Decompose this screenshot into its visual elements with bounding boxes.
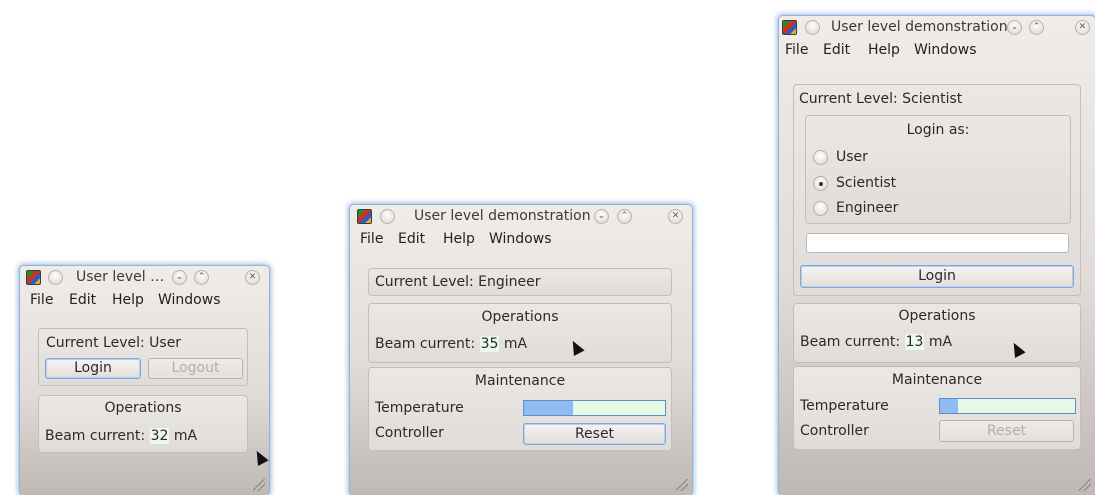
controller-label: Controller: [800, 423, 869, 439]
beam-current-label: Beam current:: [375, 336, 476, 352]
logout-button[interactable]: Logout: [148, 358, 243, 379]
beam-current-row: Beam current: 35 mA: [375, 336, 527, 352]
close-icon[interactable]: ✕: [245, 270, 260, 285]
window-scientist-level: User level demonstration ⌄ ⌃ ✕ File Edit…: [779, 16, 1095, 495]
controller-label: Controller: [375, 425, 444, 441]
maximize-icon[interactable]: ⌃: [1029, 20, 1044, 35]
menu-help[interactable]: Help: [868, 42, 900, 58]
login-button[interactable]: Login: [800, 265, 1074, 288]
login-button[interactable]: Login: [45, 358, 141, 379]
operations-heading: Operations: [104, 400, 182, 416]
resize-grip-icon[interactable]: [676, 479, 688, 491]
window-menu-icon[interactable]: [48, 270, 63, 285]
operations-heading: Operations: [898, 308, 976, 324]
maintenance-panel: Maintenance Temperature Controller Reset: [368, 367, 672, 451]
menu-windows[interactable]: Windows: [158, 292, 221, 308]
window-title: User level …: [76, 269, 165, 285]
level-panel: Current Level: Scientist Login as: User …: [793, 84, 1081, 296]
beam-current-value: 13: [904, 334, 925, 350]
menu-help[interactable]: Help: [112, 292, 144, 308]
beam-current-row: Beam current: 32 mA: [45, 428, 197, 444]
menu-edit[interactable]: Edit: [823, 42, 850, 58]
app-icon[interactable]: [26, 270, 41, 285]
level-panel: Current Level: User Login Logout: [38, 328, 248, 386]
maintenance-heading: Maintenance: [474, 373, 566, 389]
temperature-bar-fill: [524, 401, 574, 415]
menu-windows[interactable]: Windows: [914, 42, 977, 58]
beam-current-row: Beam current: 13 mA: [800, 334, 952, 350]
password-field[interactable]: [806, 233, 1069, 253]
temperature-bar: [523, 400, 666, 416]
reset-button[interactable]: Reset: [523, 423, 666, 445]
operations-heading: Operations: [481, 309, 559, 325]
menu-edit[interactable]: Edit: [398, 231, 425, 247]
resize-grip-icon[interactable]: [253, 479, 265, 491]
close-icon[interactable]: ✕: [668, 209, 683, 224]
window-title: User level demonstration: [414, 208, 591, 224]
current-level-label: Current Level: Engineer: [375, 274, 541, 290]
window-menu-icon[interactable]: [380, 209, 395, 224]
title-bar[interactable]: User level … ⌄ ⌃ ✕: [20, 266, 269, 292]
radio-engineer-label[interactable]: Engineer: [836, 200, 898, 216]
radio-user-label[interactable]: User: [836, 149, 868, 165]
menu-file[interactable]: File: [785, 42, 808, 58]
minimize-icon[interactable]: ⌄: [172, 270, 187, 285]
title-bar[interactable]: User level demonstration ⌄ ⌃ ✕: [350, 205, 692, 231]
menu-file[interactable]: File: [30, 292, 53, 308]
close-icon[interactable]: ✕: [1075, 20, 1090, 35]
maximize-icon[interactable]: ⌃: [617, 209, 632, 224]
window-menu-icon[interactable]: [805, 20, 820, 35]
temperature-label: Temperature: [800, 398, 889, 414]
minimize-icon[interactable]: ⌄: [594, 209, 609, 224]
menu-windows[interactable]: Windows: [489, 231, 552, 247]
title-bar[interactable]: User level demonstration ⌄ ⌃ ✕: [779, 16, 1095, 42]
resize-grip-icon[interactable]: [1079, 479, 1091, 491]
menu-bar: File Edit Help Windows: [20, 292, 269, 314]
beam-current-value: 35: [479, 336, 500, 352]
current-level-label: Current Level: User: [46, 335, 182, 351]
operations-panel: Operations Beam current: 32 mA: [38, 395, 248, 453]
radio-engineer[interactable]: [813, 201, 828, 216]
beam-current-unit: mA: [173, 428, 198, 444]
window-engineer-level: User level demonstration ⌄ ⌃ ✕ File Edit…: [350, 205, 692, 495]
temperature-bar: [939, 398, 1076, 414]
level-panel: Current Level: Engineer: [368, 268, 672, 296]
radio-scientist-label[interactable]: Scientist: [836, 175, 896, 191]
current-level-label: Current Level: Scientist: [799, 91, 963, 107]
window-user-level: User level … ⌄ ⌃ ✕ File Edit Help Window…: [20, 266, 269, 495]
radio-user[interactable]: [813, 150, 828, 165]
beam-current-label: Beam current:: [800, 334, 901, 350]
menu-bar: File Edit Help Windows: [779, 42, 1095, 64]
temperature-bar-fill: [940, 399, 958, 413]
reset-button[interactable]: Reset: [939, 420, 1074, 442]
app-icon[interactable]: [782, 20, 797, 35]
maintenance-panel: Maintenance Temperature Controller Reset: [793, 366, 1081, 450]
beam-current-unit: mA: [503, 336, 528, 352]
app-icon[interactable]: [357, 209, 372, 224]
maintenance-heading: Maintenance: [891, 372, 983, 388]
operations-panel: Operations Beam current: 13 mA: [793, 303, 1081, 363]
login-as-group: Login as: User Scientist Engineer: [805, 115, 1071, 224]
login-as-heading: Login as:: [906, 122, 970, 138]
menu-bar: File Edit Help Windows: [350, 231, 692, 253]
radio-scientist[interactable]: [813, 176, 828, 191]
menu-edit[interactable]: Edit: [69, 292, 96, 308]
beam-current-unit: mA: [928, 334, 953, 350]
temperature-label: Temperature: [375, 400, 464, 416]
beam-current-value: 32: [149, 428, 170, 444]
window-title: User level demonstration: [831, 19, 1008, 35]
beam-current-label: Beam current:: [45, 428, 146, 444]
menu-help[interactable]: Help: [443, 231, 475, 247]
menu-file[interactable]: File: [360, 231, 383, 247]
maximize-icon[interactable]: ⌃: [194, 270, 209, 285]
operations-panel: Operations Beam current: 35 mA: [368, 303, 672, 363]
minimize-icon[interactable]: ⌄: [1007, 20, 1022, 35]
